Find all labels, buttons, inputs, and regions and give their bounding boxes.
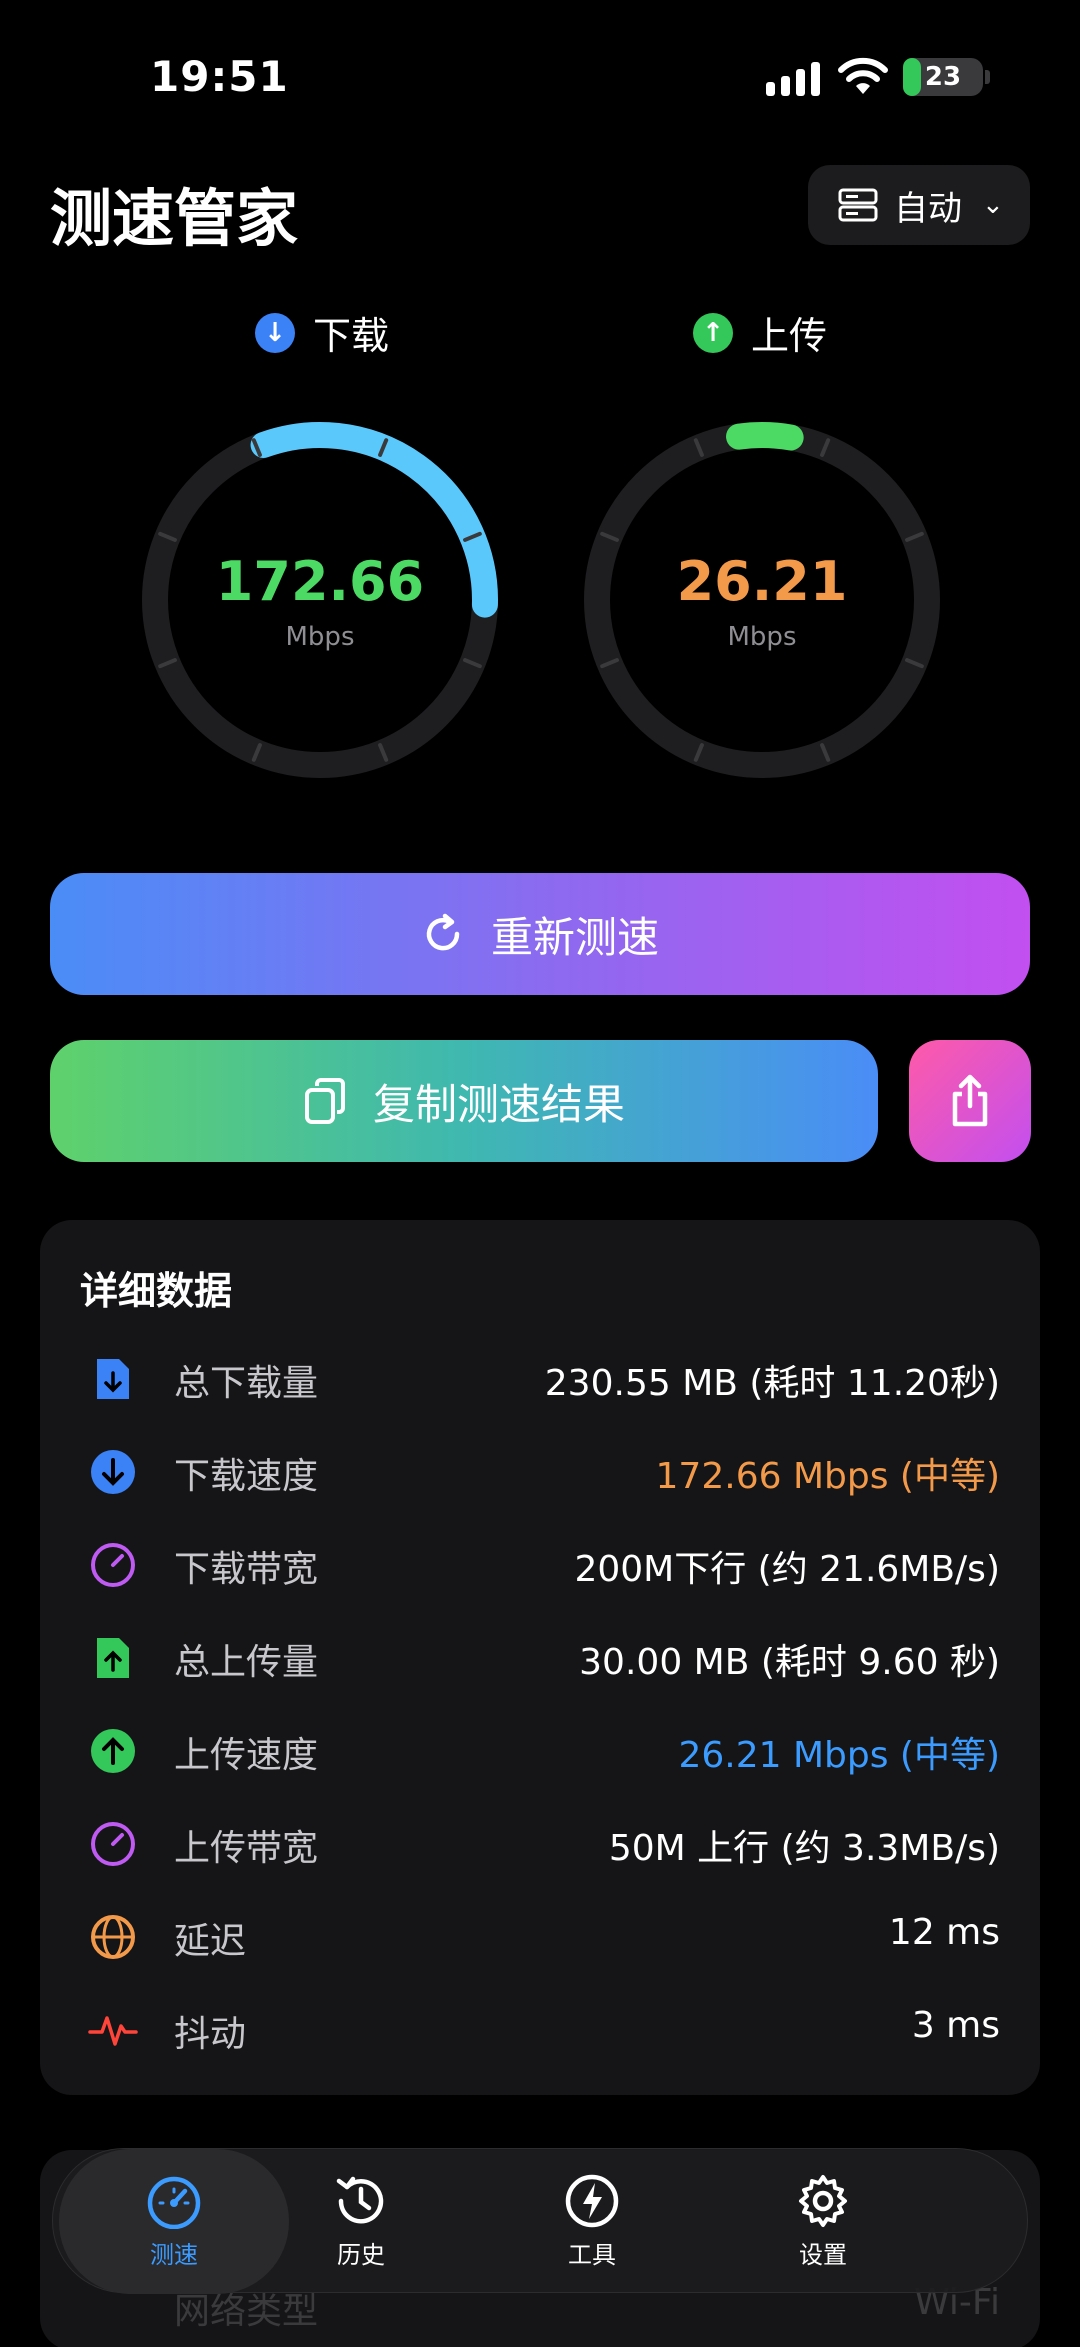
tab-bar: 测速 历史 工具 设置 <box>52 2148 1028 2294</box>
arrow-up-circle-icon <box>88 1726 138 1776</box>
upload-gauge-arc <box>726 422 804 451</box>
detail-value: 50M 上行 (约 3.3MB/s) <box>608 1828 1000 1869</box>
arrow-down-circle-icon <box>88 1447 138 1497</box>
gauge-icon <box>88 1819 138 1869</box>
pulse-icon <box>88 2005 138 2055</box>
app-title: 测速管家 <box>50 182 299 255</box>
file-upload-icon <box>88 1633 138 1683</box>
chevron-down-icon: ⌄ <box>982 190 1004 220</box>
mode-selector-button[interactable]: 自动 ⌄ <box>808 165 1030 245</box>
status-bar: 19:51 23 <box>0 0 1080 160</box>
detail-row-jitter: 抖动 3 ms <box>40 1981 1040 2074</box>
copy-results-button[interactable]: 复制测速结果 <box>50 1040 878 1162</box>
download-label: ↓ 下载 <box>255 305 389 360</box>
battery-tip <box>985 70 990 84</box>
detail-row-latency: 延迟 12 ms <box>40 1888 1040 1981</box>
upload-label-text: 上传 <box>751 314 828 358</box>
cellular-signal-icon <box>766 62 820 96</box>
tab-history[interactable]: 历史 <box>246 2149 476 2294</box>
copy-results-label: 复制测速结果 <box>372 1079 625 1129</box>
upload-gauge: 26.21 Mbps <box>572 410 952 790</box>
globe-icon <box>88 1912 138 1962</box>
detail-row-download-speed: 下载速度 172.66 Mbps (中等) <box>40 1423 1040 1516</box>
detail-name: 上传带宽 <box>174 1828 319 1869</box>
server-icon <box>838 188 878 222</box>
history-icon <box>336 2176 384 2224</box>
tab-label: 测速 <box>150 2241 198 2269</box>
detail-name: 下载带宽 <box>174 1549 319 1590</box>
detail-value: 172.66 Mbps (中等) <box>655 1456 1000 1497</box>
upload-unit: Mbps <box>727 622 797 652</box>
detail-value: 200M下行 (约 21.6MB/s) <box>574 1549 1000 1590</box>
detail-name: 总上传量 <box>174 1642 319 1683</box>
file-download-icon <box>88 1354 138 1404</box>
detail-name: 抖动 <box>174 2014 247 2055</box>
arrow-down-circle-icon: ↓ <box>255 312 295 353</box>
detail-name: 延迟 <box>174 1921 247 1962</box>
detail-value: 30.00 MB (耗时 9.60 秒) <box>579 1642 1000 1683</box>
share-icon <box>952 1074 988 1127</box>
share-button[interactable] <box>909 1040 1031 1162</box>
download-gauge: 172.66 Mbps <box>130 410 510 790</box>
detail-name: 上传速度 <box>174 1735 319 1776</box>
tab-settings[interactable]: 设置 <box>708 2149 938 2294</box>
detail-name: 下载速度 <box>174 1456 319 1497</box>
battery-level-text: 23 <box>924 62 962 92</box>
details-card: 详细数据 总下载量 230.55 MB (耗时 11.20秒) 下载速度 172… <box>40 1220 1040 2095</box>
detail-value: 12 ms <box>888 1912 1000 1953</box>
detail-value: 26.21 Mbps (中等) <box>678 1735 1000 1776</box>
tab-tools[interactable]: 工具 <box>477 2149 707 2294</box>
detail-value: 3 ms <box>911 2005 1000 2046</box>
gear-icon <box>799 2175 847 2227</box>
download-unit: Mbps <box>285 622 355 652</box>
tab-label: 工具 <box>568 2241 616 2269</box>
detail-name: 总下载量 <box>174 1363 319 1404</box>
retest-label: 重新测速 <box>490 912 659 962</box>
upload-value: 26.21 <box>676 550 848 613</box>
upload-label: ↑ 上传 <box>693 305 827 360</box>
arrow-up-circle-icon: ↑ <box>693 312 733 353</box>
detail-value: 230.55 MB (耗时 11.20秒) <box>544 1363 1000 1404</box>
lightning-icon <box>565 2174 619 2228</box>
tab-label: 历史 <box>337 2241 385 2269</box>
download-label-text: 下载 <box>313 314 390 358</box>
speedometer-icon <box>147 2176 201 2229</box>
retest-button[interactable]: 重新测速 <box>50 873 1030 995</box>
detail-row-total-download: 总下载量 230.55 MB (耗时 11.20秒) <box>40 1330 1040 1423</box>
details-title: 详细数据 <box>80 1269 233 1313</box>
detail-row-download-bandwidth: 下载带宽 200M下行 (约 21.6MB/s) <box>40 1516 1040 1609</box>
gauge-icon <box>88 1540 138 1590</box>
mode-label: 自动 <box>894 188 962 229</box>
copy-icon <box>304 1078 345 1124</box>
wifi-icon <box>838 57 888 94</box>
detail-row-total-upload: 总上传量 30.00 MB (耗时 9.60 秒) <box>40 1609 1040 1702</box>
tab-label: 设置 <box>799 2241 847 2269</box>
detail-row-upload-speed: 上传速度 26.21 Mbps (中等) <box>40 1702 1040 1795</box>
refresh-icon <box>426 913 460 951</box>
status-time: 19:51 <box>150 52 289 101</box>
battery-icon: 23 <box>903 58 983 96</box>
detail-row-upload-bandwidth: 上传带宽 50M 上行 (约 3.3MB/s) <box>40 1795 1040 1888</box>
download-value: 172.66 <box>215 550 425 613</box>
